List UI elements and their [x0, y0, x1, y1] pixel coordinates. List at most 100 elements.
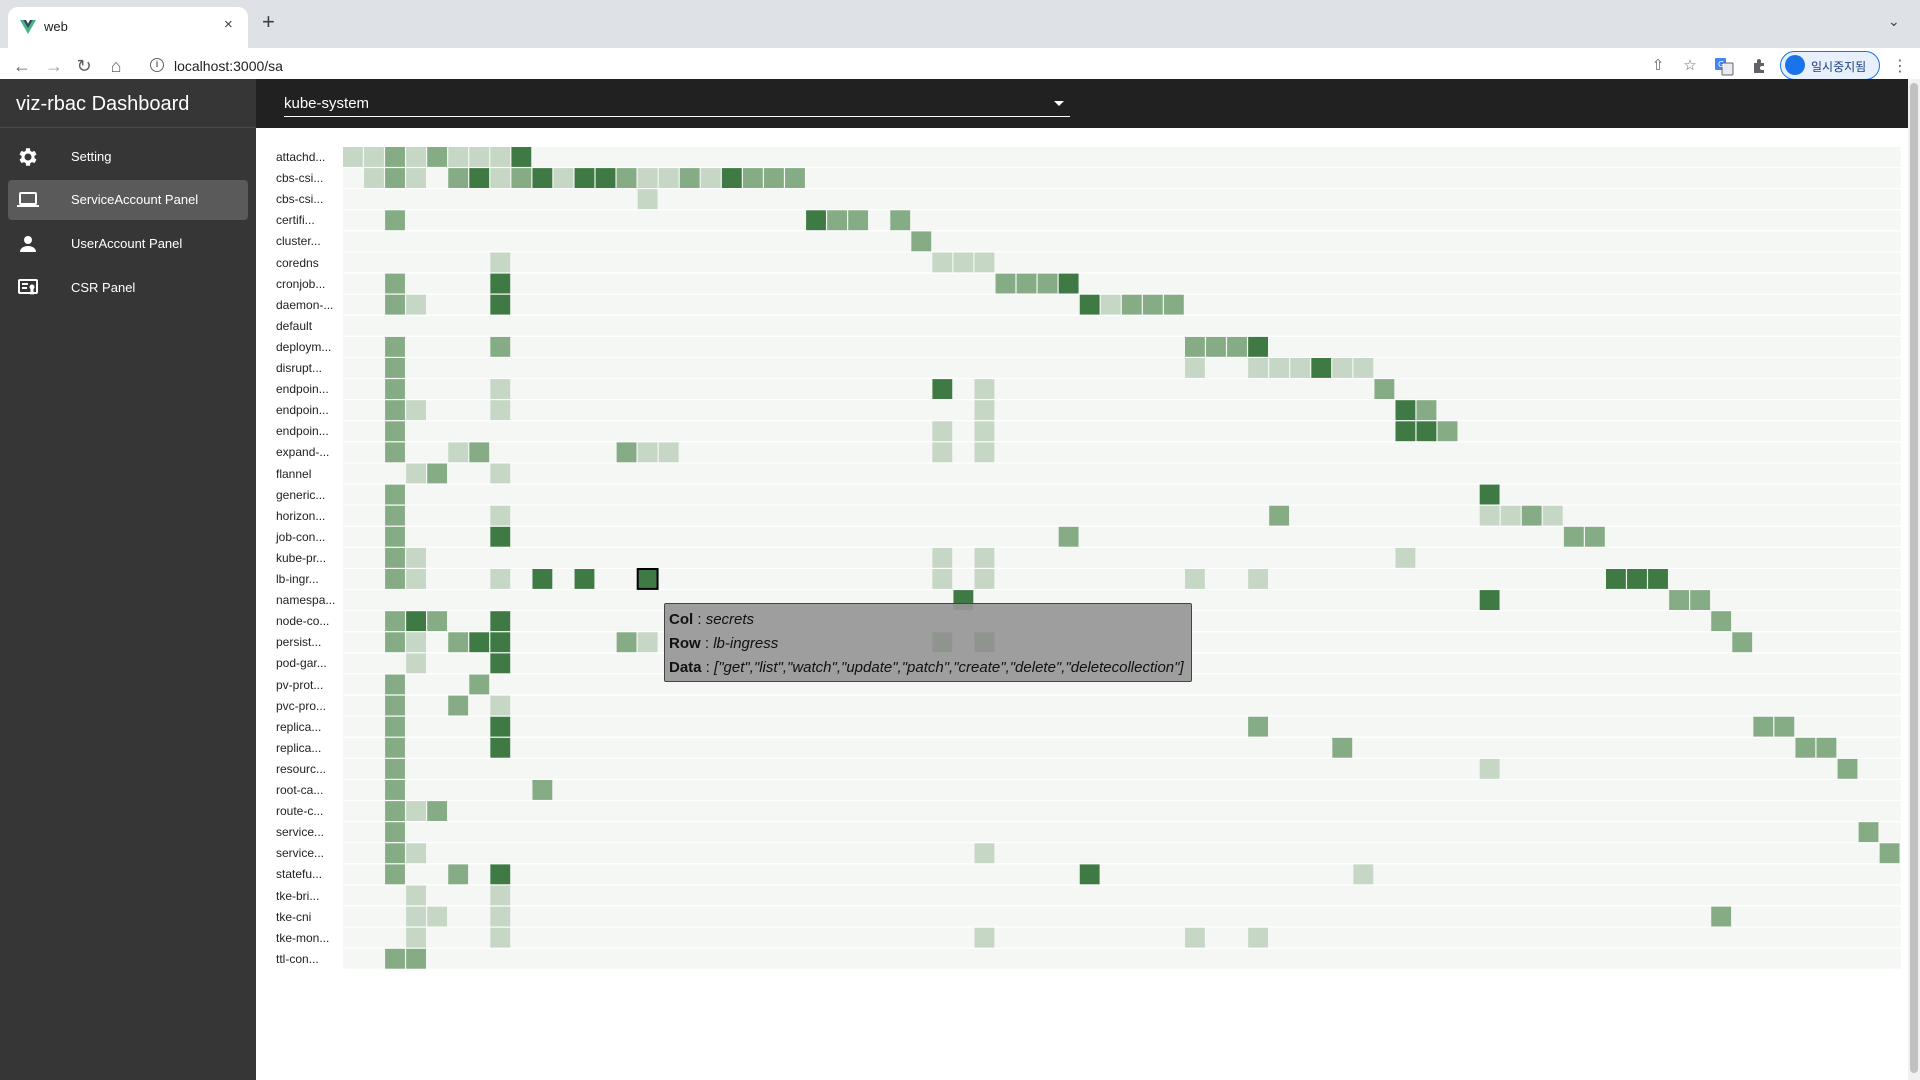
- heatmap-cell[interactable]: [490, 569, 511, 589]
- sidebar-item-setting[interactable]: Setting: [8, 137, 248, 177]
- heatmap-cell[interactable]: [616, 442, 637, 463]
- heatmap-cell[interactable]: [490, 716, 511, 737]
- heatmap-cell[interactable]: [1248, 927, 1268, 948]
- heatmap-cell[interactable]: [448, 168, 469, 188]
- heatmap-cell[interactable]: [1353, 358, 1374, 378]
- heatmap-cell[interactable]: [385, 358, 405, 378]
- heatmap-cell[interactable]: [1732, 632, 1753, 653]
- heatmap-cell[interactable]: [974, 400, 995, 421]
- home-icon[interactable]: ⌂: [104, 54, 128, 78]
- heatmap-cell[interactable]: [679, 168, 700, 188]
- back-arrow-icon[interactable]: ←: [10, 54, 34, 78]
- heatmap-cell[interactable]: [1395, 421, 1416, 442]
- heatmap-cell[interactable]: [1206, 336, 1226, 357]
- heatmap-cell[interactable]: [637, 189, 658, 210]
- heatmap-cell[interactable]: [364, 147, 384, 167]
- profile-button[interactable]: 일시중지됨: [1780, 51, 1880, 80]
- heatmap-cell[interactable]: [1837, 758, 1858, 779]
- share-icon[interactable]: ⇧: [1648, 56, 1668, 76]
- heatmap-cell[interactable]: [532, 168, 553, 188]
- heatmap-cell[interactable]: [806, 210, 826, 231]
- heatmap-cell[interactable]: [1627, 569, 1647, 589]
- heatmap-cell[interactable]: [932, 547, 953, 568]
- heatmap-cell[interactable]: [1269, 358, 1290, 378]
- heatmap-cell[interactable]: [1584, 526, 1605, 547]
- heatmap-cell[interactable]: [490, 737, 511, 758]
- heatmap-cell[interactable]: [490, 168, 511, 188]
- heatmap-cell[interactable]: [1711, 906, 1732, 927]
- heatmap-cell[interactable]: [385, 611, 405, 632]
- heatmap-cell[interactable]: [532, 780, 553, 800]
- heatmap-cell[interactable]: [490, 379, 511, 399]
- heatmap-cell[interactable]: [406, 927, 426, 948]
- heatmap-cell[interactable]: [1879, 843, 1900, 864]
- heatmap-cell[interactable]: [1121, 294, 1142, 315]
- heatmap-cell[interactable]: [385, 801, 405, 821]
- heatmap-cell[interactable]: [490, 273, 511, 294]
- heatmap-cell[interactable]: [385, 168, 405, 188]
- heatmap-cell[interactable]: [406, 611, 426, 632]
- heatmap-cell[interactable]: [1479, 590, 1500, 610]
- tab-close-icon[interactable]: ×: [224, 16, 233, 33]
- heatmap-cell[interactable]: [1142, 294, 1163, 315]
- heatmap-cell[interactable]: [1058, 273, 1079, 294]
- heatmap-cell[interactable]: [1753, 716, 1774, 737]
- heatmap-cell[interactable]: [406, 948, 426, 969]
- sidebar-item-csr[interactable]: CSR Panel: [8, 268, 248, 308]
- heatmap-cell[interactable]: [1079, 864, 1100, 885]
- heatmap-cell[interactable]: [1058, 526, 1079, 547]
- heatmap-cell[interactable]: [490, 653, 511, 674]
- heatmap-cell[interactable]: [1795, 737, 1816, 758]
- sidebar-item-serviceaccount[interactable]: ServiceAccount Panel: [8, 180, 248, 220]
- heatmap-cell[interactable]: [1774, 716, 1795, 737]
- heatmap-cell[interactable]: [700, 168, 721, 188]
- heatmap-cell[interactable]: [1479, 505, 1500, 526]
- heatmap-cell[interactable]: [827, 210, 847, 231]
- heatmap-cell[interactable]: [1332, 358, 1353, 378]
- heatmap-cell[interactable]: [343, 147, 363, 167]
- tab-search-chevron-icon[interactable]: ⌄: [1888, 13, 1900, 30]
- heatmap-cell[interactable]: [469, 442, 490, 463]
- heatmap-cell[interactable]: [1332, 737, 1353, 758]
- heatmap-cell[interactable]: [974, 442, 995, 463]
- heatmap-cell[interactable]: [595, 168, 616, 188]
- heatmap-cell[interactable]: [490, 864, 511, 885]
- heatmap-cell[interactable]: [406, 801, 426, 821]
- heatmap-cell[interactable]: [1248, 336, 1268, 357]
- heatmap-cell[interactable]: [637, 442, 658, 463]
- heatmap-cell[interactable]: [490, 505, 511, 526]
- extensions-puzzle-icon[interactable]: [1750, 56, 1770, 76]
- heatmap-cell[interactable]: [406, 463, 426, 484]
- heatmap-cell[interactable]: [974, 547, 995, 568]
- heatmap-cell[interactable]: [721, 168, 742, 188]
- heatmap-cell[interactable]: [385, 526, 405, 547]
- heatmap-cell[interactable]: [1690, 590, 1711, 610]
- heatmap-cell[interactable]: [385, 843, 405, 864]
- bookmark-star-icon[interactable]: ☆: [1680, 56, 1700, 76]
- heatmap-cell[interactable]: [427, 611, 448, 632]
- heatmap-cell[interactable]: [490, 336, 511, 357]
- heatmap-cell[interactable]: [427, 906, 448, 927]
- dropdown-caret-icon[interactable]: [1054, 101, 1064, 106]
- heatmap-cell[interactable]: [1185, 927, 1205, 948]
- heatmap-cell[interactable]: [890, 210, 911, 231]
- heatmap-cell[interactable]: [1353, 864, 1374, 885]
- heatmap-cell[interactable]: [637, 632, 658, 653]
- heatmap-cell[interactable]: [911, 231, 932, 252]
- heatmap-cell[interactable]: [385, 632, 405, 653]
- heatmap-cell[interactable]: [406, 885, 426, 906]
- heatmap-cell[interactable]: [490, 294, 511, 315]
- heatmap-cell[interactable]: [406, 653, 426, 674]
- heatmap-cell[interactable]: [1816, 737, 1837, 758]
- heatmap-cell[interactable]: [490, 632, 511, 653]
- heatmap-cell[interactable]: [469, 674, 490, 695]
- heatmap-cell[interactable]: [469, 168, 490, 188]
- heatmap-cell[interactable]: [1606, 569, 1626, 589]
- heatmap-cell[interactable]: [932, 569, 953, 589]
- heatmap-cell[interactable]: [616, 632, 637, 653]
- heatmap-cell[interactable]: [974, 843, 995, 864]
- heatmap-cell[interactable]: [385, 379, 405, 399]
- heatmap-cell[interactable]: [1269, 505, 1290, 526]
- site-info-icon[interactable]: i: [150, 58, 164, 72]
- heatmap-cell[interactable]: [511, 147, 532, 167]
